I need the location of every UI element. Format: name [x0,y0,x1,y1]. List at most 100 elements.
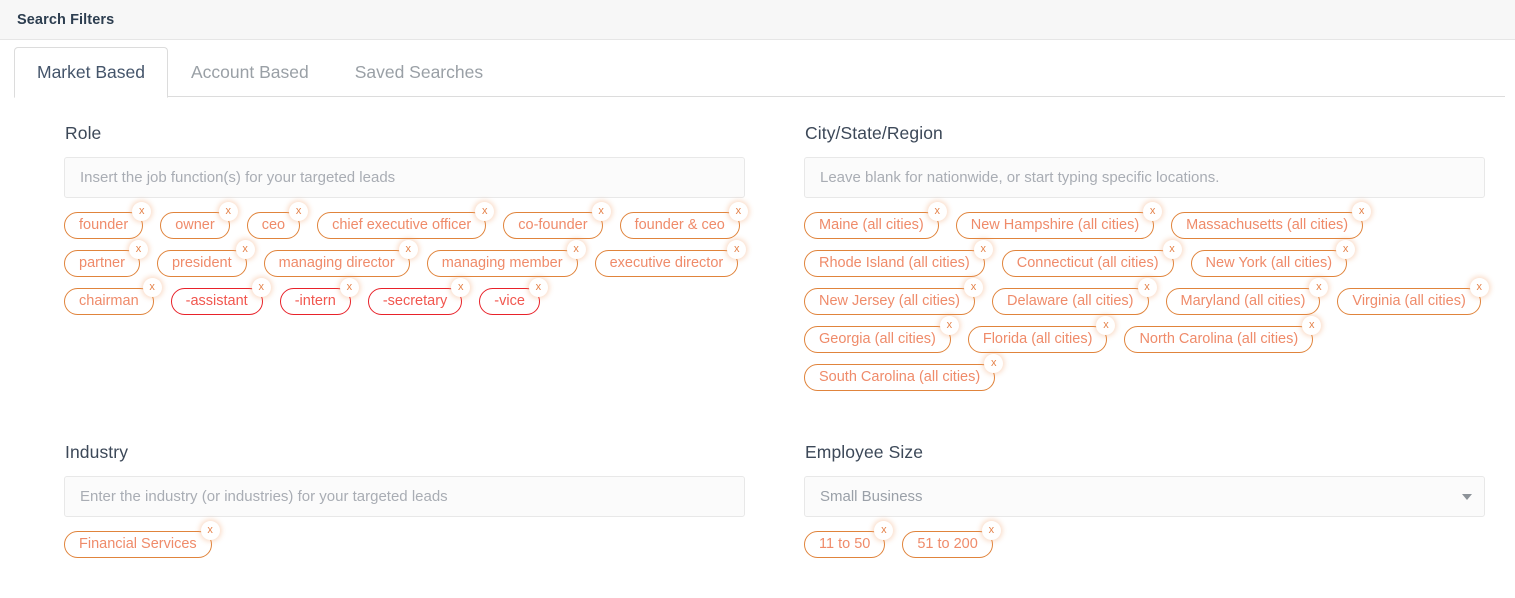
role-tag-list: founder x owner x ceo x chief executive office… [64,202,764,315]
remove-tag-icon[interactable]: x [132,202,152,221]
role-tag[interactable]: co-founder x [503,202,611,239]
filter-block-location: City/State/Region Leave blank for nation… [804,123,1514,391]
remove-tag-icon[interactable]: x [981,521,1001,540]
tab-market-based[interactable]: Market Based [14,47,168,98]
location-tag[interactable]: Florida (all cities) x [967,316,1116,353]
role-tag-label: managing director [278,255,395,272]
location-tag[interactable]: New Hampshire (all cities) x [955,202,1163,239]
role-tag[interactable]: -assistant x [170,278,271,315]
location-input-placeholder: Leave blank for nationwide, or start typ… [820,169,1220,186]
location-tag[interactable]: Georgia (all cities) x [804,316,959,353]
remove-tag-icon[interactable]: x [1137,278,1157,297]
remove-tag-icon[interactable]: x [1162,240,1182,259]
role-tag-label: co-founder [518,217,588,234]
remove-tag-icon[interactable]: x [939,316,959,335]
filters-body: Role Insert the job function(s) for your… [0,97,1515,574]
role-tag[interactable]: executive director x [594,240,747,277]
remove-tag-icon[interactable]: x [451,278,471,297]
industry-input[interactable]: Enter the industry (or industries) for y… [64,476,745,517]
role-tag[interactable]: chief executive officer x [317,202,495,239]
location-tag-label: Virginia (all cities) [1352,293,1466,310]
location-tag-label: Connecticut (all cities) [1016,255,1159,272]
remove-tag-icon[interactable]: x [1336,240,1356,259]
remove-tag-icon[interactable]: x [528,278,548,297]
role-tag-label: ceo [261,217,286,234]
filter-block-role: Role Insert the job function(s) for your… [64,123,774,391]
remove-tag-icon[interactable]: x [728,202,748,221]
role-input[interactable]: Insert the job function(s) for your targ… [64,157,745,198]
role-tag-label: -intern [294,293,336,310]
employee-size-tag[interactable]: 51 to 200 x [902,521,1001,558]
role-tag[interactable]: -vice x [479,278,548,315]
role-input-placeholder: Insert the job function(s) for your targ… [80,169,396,186]
remove-tag-icon[interactable]: x [1096,316,1116,335]
role-tag[interactable]: president x [156,240,255,277]
location-tag-label: Maryland (all cities) [1180,293,1306,310]
remove-tag-icon[interactable]: x [339,278,359,297]
remove-tag-icon[interactable]: x [251,278,271,297]
location-tag[interactable]: Delaware (all cities) x [992,278,1157,315]
remove-tag-icon[interactable]: x [984,354,1004,373]
role-tag[interactable]: -intern x [279,278,359,315]
chevron-down-icon [1462,493,1472,500]
remove-tag-icon[interactable]: x [200,521,220,540]
remove-tag-icon[interactable]: x [235,240,255,259]
location-tag-label: New Jersey (all cities) [819,293,960,310]
remove-tag-icon[interactable]: x [1469,278,1489,297]
remove-tag-icon[interactable]: x [475,202,495,221]
location-tag[interactable]: North Carolina (all cities) x [1124,316,1322,353]
remove-tag-icon[interactable]: x [927,202,947,221]
employee-size-tag-list: 11 to 50 x 51 to 200 x [804,521,1504,558]
role-tag-label: managing member [441,255,563,272]
remove-tag-icon[interactable]: x [1352,202,1372,221]
remove-tag-icon[interactable]: x [591,202,611,221]
remove-tag-icon[interactable]: x [1302,316,1322,335]
remove-tag-icon[interactable]: x [289,202,309,221]
industry-tag-label: Financial Services [79,536,197,553]
role-tag[interactable]: managing member x [426,240,586,277]
location-tag[interactable]: Connecticut (all cities) x [1001,240,1182,277]
role-tag-label: -vice [494,293,525,310]
remove-tag-icon[interactable]: x [218,202,238,221]
employee-size-value: Small Business [820,488,923,505]
location-input[interactable]: Leave blank for nationwide, or start typ… [804,157,1485,198]
location-tag[interactable]: Maryland (all cities) x [1165,278,1329,315]
location-tag[interactable]: New Jersey (all cities) x [804,278,983,315]
role-tag[interactable]: partner x [64,240,148,277]
location-tag[interactable]: Maine (all cities) x [804,202,947,239]
location-tag-list: Maine (all cities) x New Hampshire (all ci… [804,202,1504,391]
remove-tag-icon[interactable]: x [874,521,894,540]
role-tag[interactable]: chairman x [64,278,162,315]
location-tag[interactable]: New York (all cities) x [1190,240,1356,277]
remove-tag-icon[interactable]: x [142,278,162,297]
remove-tag-icon[interactable]: x [964,278,983,297]
role-tag[interactable]: founder x [64,202,152,239]
role-tag[interactable]: founder & ceo x [619,202,748,239]
tab-saved-searches[interactable]: Saved Searches [332,47,506,97]
remove-tag-icon[interactable]: x [973,240,993,259]
remove-tag-icon[interactable]: x [1143,202,1163,221]
tab-account-based[interactable]: Account Based [168,47,332,97]
remove-tag-icon[interactable]: x [1309,278,1329,297]
role-tag[interactable]: managing director x [263,240,418,277]
location-tag[interactable]: South Carolina (all cities) x [804,354,1004,391]
remove-tag-icon[interactable]: x [398,240,418,259]
role-tag[interactable]: owner x [160,202,238,239]
role-tag[interactable]: -secretary x [367,278,471,315]
remove-tag-icon[interactable]: x [566,240,586,259]
role-tag[interactable]: ceo x [246,202,309,239]
industry-input-placeholder: Enter the industry (or industries) for y… [80,488,448,505]
location-tag[interactable]: Rhode Island (all cities) x [804,240,993,277]
location-tag-label: North Carolina (all cities) [1139,331,1299,348]
remove-tag-icon[interactable]: x [727,240,747,259]
industry-tag[interactable]: Financial Services x [64,521,220,558]
location-tag[interactable]: Virginia (all cities) x [1337,278,1489,315]
employee-size-tag[interactable]: 11 to 50 x [804,521,894,558]
role-tag-label: chief executive officer [332,217,472,234]
location-tag[interactable]: Massachusetts (all cities) x [1171,202,1372,239]
employee-size-tag-label: 11 to 50 [819,536,871,553]
employee-size-select[interactable]: Small Business [804,476,1485,517]
remove-tag-icon[interactable]: x [128,240,148,259]
tab-label: Account Based [190,61,309,82]
role-tag-label: partner [79,255,125,272]
